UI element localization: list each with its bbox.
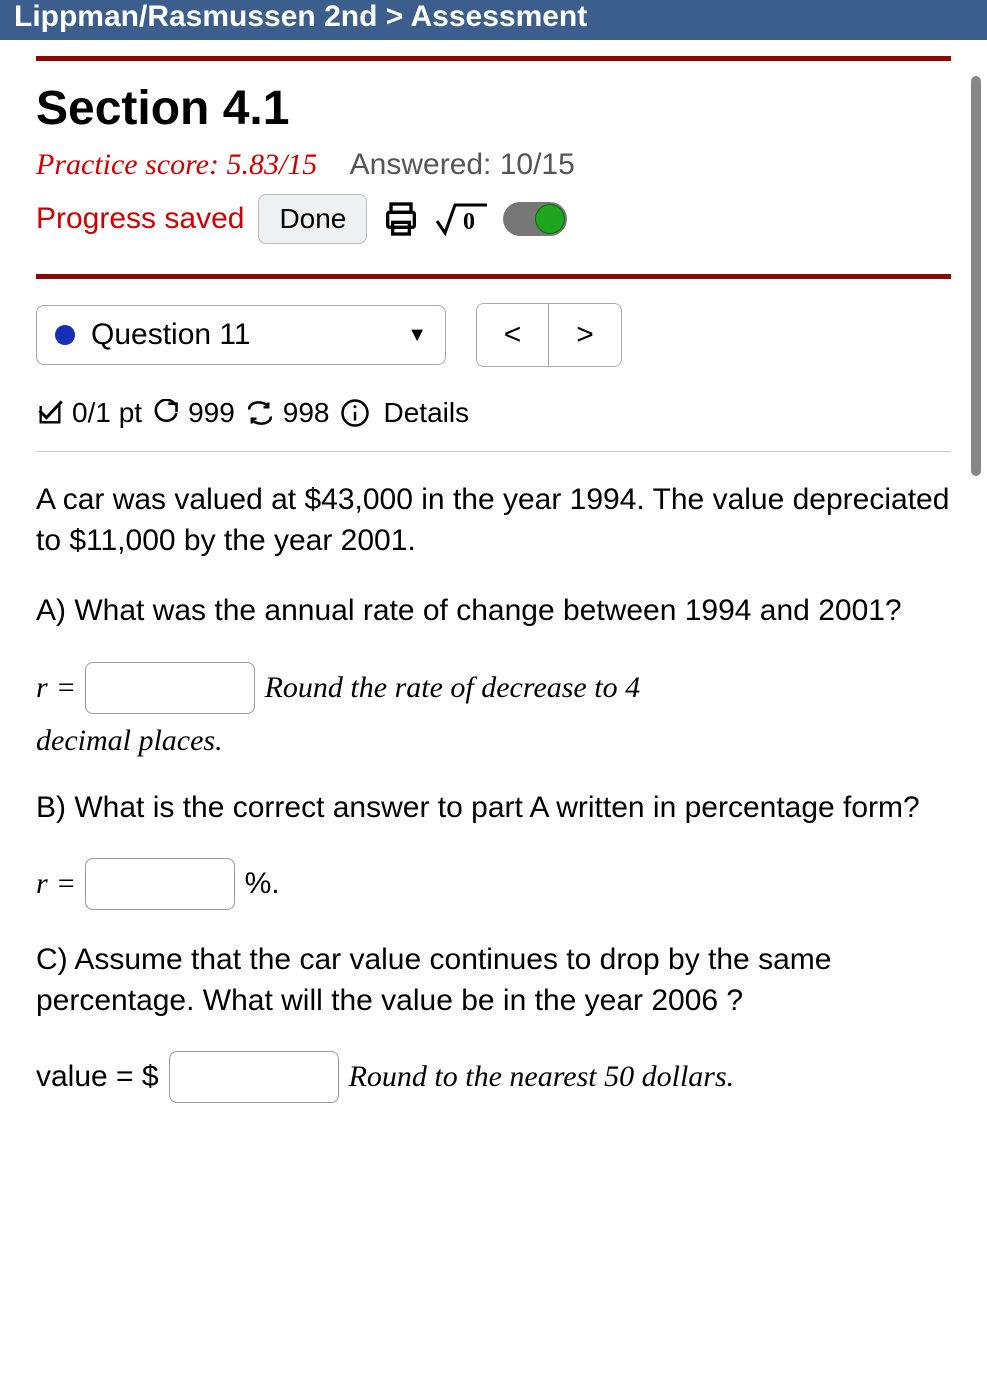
question-selector-label: Question 11 [91,318,251,352]
scrollbar-track [971,76,981,1103]
checkbox-icon [36,399,64,427]
breadcrumb: Lippman/Rasmussen 2nd > Assessment [0,0,987,40]
divider [36,56,951,61]
part-a-prompt: A) What was the annual rate of change be… [36,591,951,632]
points-label: 0/1 pt [72,397,142,429]
scrollbar-thumb[interactable] [971,76,981,476]
done-button[interactable]: Done [258,194,367,244]
status-dot-icon [55,325,75,345]
practice-score: Practice score: 5.83/15 [36,148,317,181]
svg-text:0: 0 [463,209,475,235]
question-nav: < > [476,303,622,367]
toggle-knob [535,204,565,234]
regen-label: 998 [283,397,330,429]
divider [36,274,951,279]
math-toggle[interactable] [503,202,567,236]
part-a-input[interactable] [85,662,255,714]
tries-label: 999 [188,397,235,429]
part-c-label: value = $ [36,1060,159,1094]
question-intro: A car was valued at $43,000 in the year … [36,480,951,561]
question-meta: 0/1 pt 999 998 [36,385,951,452]
part-c-input[interactable] [169,1051,339,1103]
part-a-variable: r [36,671,48,705]
progress-saved-label: Progress saved [36,202,244,236]
equals-sign: = [58,671,75,705]
page-title: Section 4.1 [36,81,951,136]
part-a-hint-line2: decimal places. [36,724,951,758]
part-c-prompt: C) Assume that the car value continues t… [36,940,951,1021]
part-c-hint: Round to the nearest 50 dollars. [349,1060,735,1094]
print-icon[interactable] [381,199,421,239]
regen-icon [245,399,275,427]
details-link[interactable]: Details [384,397,470,429]
part-b-input[interactable] [85,858,235,910]
equals-sign: = [58,867,75,901]
part-b-prompt: B) What is the correct answer to part A … [36,788,951,829]
next-question-button[interactable]: > [549,304,621,366]
answered-count: Answered: 10/15 [350,148,575,181]
info-icon[interactable] [340,398,370,428]
question-selector[interactable]: Question 11 ▼ [36,305,446,365]
part-b-variable: r [36,867,48,901]
chevron-down-icon: ▼ [407,324,427,347]
part-a-hint-line1: Round the rate of decrease to 4 [265,671,640,705]
prev-question-button[interactable]: < [477,304,549,366]
sqrt-icon[interactable]: 0 [435,199,489,239]
retry-icon [152,399,180,427]
part-b-suffix: %. [245,867,280,901]
